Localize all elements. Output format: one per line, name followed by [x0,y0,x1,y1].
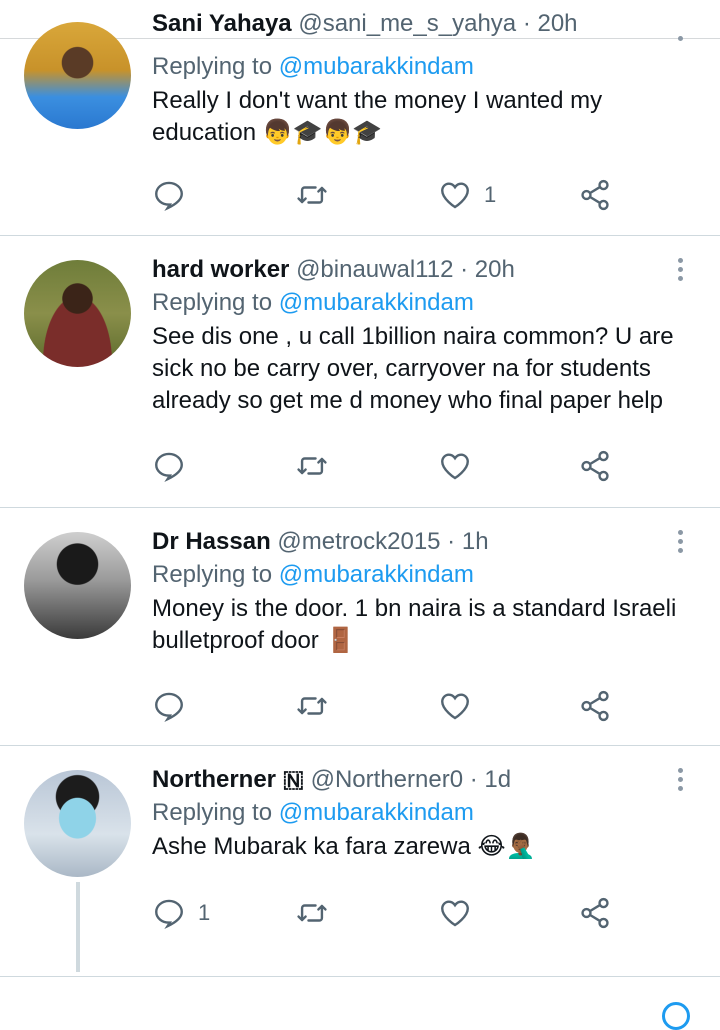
share-button[interactable] [578,688,612,724]
replying-to: Replying to @mubarakkindam [152,289,474,316]
tweet-actions: 1 [152,177,632,213]
retweet-icon [297,186,327,204]
author-handle[interactable]: @metrock2015 [277,528,440,555]
heart-icon [441,453,469,480]
share-icon [581,690,609,722]
reply-button[interactable] [152,177,186,213]
tweet-actions: 1 [152,895,632,931]
share-icon [581,897,609,929]
retweet-icon [297,457,327,475]
compose-button-edge[interactable] [662,1002,690,1030]
reply-button[interactable] [152,448,186,484]
tweet-3[interactable]: Dr Hassan @metrock2015 · 1h Replying to … [0,508,720,746]
reply-mention-link[interactable]: @mubarakkindam [279,561,474,588]
tweet-header: Northerner 🇳 @Northerner0 · 1d [152,765,700,795]
thread-line [76,882,80,972]
more-options-icon[interactable] [678,36,686,45]
timestamp[interactable]: · 1d [463,766,511,793]
replying-to: Replying to @mubarakkindam [152,561,474,588]
tweet-4[interactable]: Northerner 🇳 @Northerner0 · 1d Replying … [0,746,720,977]
author-handle[interactable]: @sani_me_s_yahya · 20h [298,10,577,37]
retweet-icon [297,904,327,922]
timestamp[interactable]: · 20h [453,256,515,283]
retweet-button[interactable] [295,895,329,931]
heart-icon [441,900,469,927]
tweet-actions [152,688,632,724]
cut-off-header: Sani Yahaya @sani_me_s_yahya · 20h [152,10,578,38]
retweet-icon [297,697,327,715]
retweet-button[interactable] [295,448,329,484]
reply-mention-link[interactable]: @mubarakkindam [279,799,474,826]
avatar[interactable] [24,770,131,877]
reply-count: 1 [198,900,211,925]
share-button[interactable] [578,895,612,931]
heart-icon [441,693,469,720]
tweet-text: Really I don't want the money I wanted m… [152,87,603,146]
tweet-2[interactable]: hard worker @binauwal112 · 20h Replying … [0,236,720,508]
share-icon [581,179,609,211]
reply-mention-link[interactable]: @mubarakkindam [279,53,474,80]
like-count: 1 [484,182,497,207]
share-button[interactable] [578,177,612,213]
avatar[interactable] [24,22,131,129]
share-icon [581,450,609,482]
heart-icon [441,182,469,209]
author-name[interactable]: Dr Hassan [152,528,271,555]
author-name[interactable]: hard worker [152,256,289,283]
reply-icon [155,899,183,930]
avatar[interactable] [24,260,131,367]
timestamp[interactable]: · 1h [441,528,488,555]
author-name[interactable]: Sani Yahaya [152,10,292,37]
tweet-text: See dis one , u call 1billion naira comm… [152,323,674,414]
tweet-header: Dr Hassan @metrock2015 · 1h [152,527,700,557]
reply-button[interactable] [152,688,186,724]
like-button[interactable] [438,688,472,724]
replying-to: Replying to @mubarakkindam [152,53,474,80]
share-button[interactable] [578,448,612,484]
like-button[interactable] [438,895,472,931]
author-name[interactable]: Northerner 🇳 [152,766,304,793]
reply-icon [155,452,183,483]
retweet-button[interactable] [295,177,329,213]
author-handle[interactable]: @binauwal112 [296,256,453,283]
author-handle[interactable]: @Northerner0 [311,766,463,793]
reply-icon [155,692,183,723]
tweet-1[interactable]: Replying to @mubarakkindam Really I don'… [0,22,720,236]
reply-button[interactable]: 1 [152,895,210,931]
tweet-header: hard worker @binauwal112 · 20h [152,255,700,285]
tweet-actions [152,448,632,484]
tweet-text: Money is the door. 1 bn naira is a stand… [152,595,677,654]
reply-icon [155,181,183,212]
like-button[interactable]: 1 [438,177,496,213]
retweet-button[interactable] [295,688,329,724]
replying-to: Replying to @mubarakkindam [152,799,474,826]
tweet-text: Ashe Mubarak ka fara zarewa 😂🤦🏾‍♂️ [152,833,536,860]
like-button[interactable] [438,448,472,484]
reply-mention-link[interactable]: @mubarakkindam [279,289,474,316]
avatar[interactable] [24,532,131,639]
